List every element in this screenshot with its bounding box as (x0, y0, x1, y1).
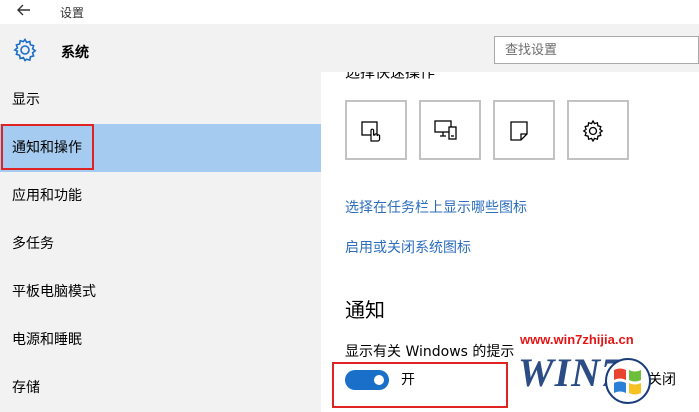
quick-action-settings[interactable] (567, 100, 629, 160)
sidebar-item-display[interactable]: 显示 (0, 76, 321, 124)
sidebar-item-multitasking[interactable]: 多任务 (0, 220, 321, 268)
windows-tips-toggle[interactable] (345, 370, 389, 390)
system-gear-icon (12, 37, 38, 63)
toggle-state-label: 开 (401, 372, 415, 388)
link-system-icons[interactable]: 启用或关闭系统图标 (345, 237, 471, 257)
windows-flag-icon (605, 358, 651, 404)
page-title: 系统 (61, 45, 89, 61)
toggle-knob (374, 375, 384, 385)
quick-action-tablet-mode[interactable] (345, 100, 407, 160)
header: 系统 (0, 24, 699, 72)
watermark-url: www.win7zhijia.cn (520, 332, 634, 347)
section-title-notifications: 通知 (345, 298, 385, 322)
search-input[interactable] (494, 36, 699, 64)
tablet-mode-icon (361, 121, 381, 142)
sidebar-item-apps[interactable]: 应用和功能 (0, 172, 321, 220)
quick-action-connect[interactable] (419, 100, 481, 160)
window-title: 设置 (60, 6, 85, 20)
sidebar-item-power-sleep[interactable]: 电源和睡眠 (0, 316, 321, 364)
title-bar: 设置 (0, 0, 699, 24)
connect-icon (434, 120, 457, 140)
watermark: www.win7zhijia.cn WIN7 (500, 326, 699, 412)
quick-actions-heading: 选择快速操作 (345, 72, 436, 81)
sidebar-item-notifications[interactable]: 通知和操作 (0, 124, 321, 172)
setting-label-windows-tips: 显示有关 Windows 的提示 (345, 344, 515, 360)
note-icon (510, 121, 528, 141)
back-arrow-icon[interactable] (16, 2, 34, 20)
sidebar-item-storage[interactable]: 存储 (0, 364, 321, 412)
settings-gear-icon (582, 119, 604, 143)
sidebar: 显示 通知和操作 应用和功能 多任务 平板电脑模式 电源和睡眠 存储 (0, 72, 321, 412)
quick-action-note[interactable] (493, 100, 555, 160)
link-taskbar-icons[interactable]: 选择在任务栏上显示哪些图标 (345, 197, 527, 217)
sidebar-item-tablet-mode[interactable]: 平板电脑模式 (0, 268, 321, 316)
